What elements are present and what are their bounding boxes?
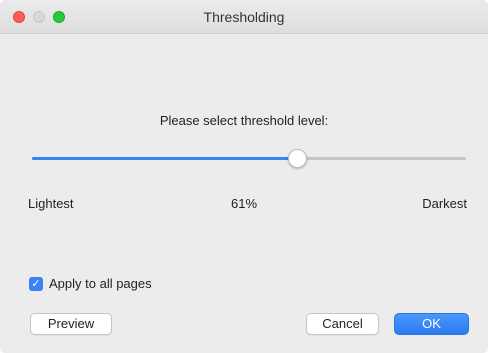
darkest-label: Darkest <box>422 196 467 211</box>
slider-fill <box>32 157 297 160</box>
ok-button[interactable]: OK <box>394 313 469 335</box>
threshold-value-label: 61% <box>230 196 258 211</box>
apply-all-pages-option[interactable]: ✓ Apply to all pages <box>29 276 152 291</box>
checkmark-icon: ✓ <box>31 277 41 290</box>
window-title: Thresholding <box>203 9 285 25</box>
cancel-button[interactable]: Cancel <box>306 313 379 335</box>
slider-thumb[interactable] <box>288 149 307 168</box>
threshold-prompt: Please select threshold level: <box>159 113 329 128</box>
thresholding-dialog: Thresholding Please select threshold lev… <box>0 0 488 353</box>
apply-all-pages-checkbox[interactable]: ✓ <box>29 276 43 291</box>
preview-button[interactable]: Preview <box>30 313 112 335</box>
apply-all-pages-label[interactable]: Apply to all pages <box>49 276 152 291</box>
title-bar[interactable]: Thresholding <box>0 0 488 34</box>
threshold-slider[interactable] <box>32 148 466 170</box>
